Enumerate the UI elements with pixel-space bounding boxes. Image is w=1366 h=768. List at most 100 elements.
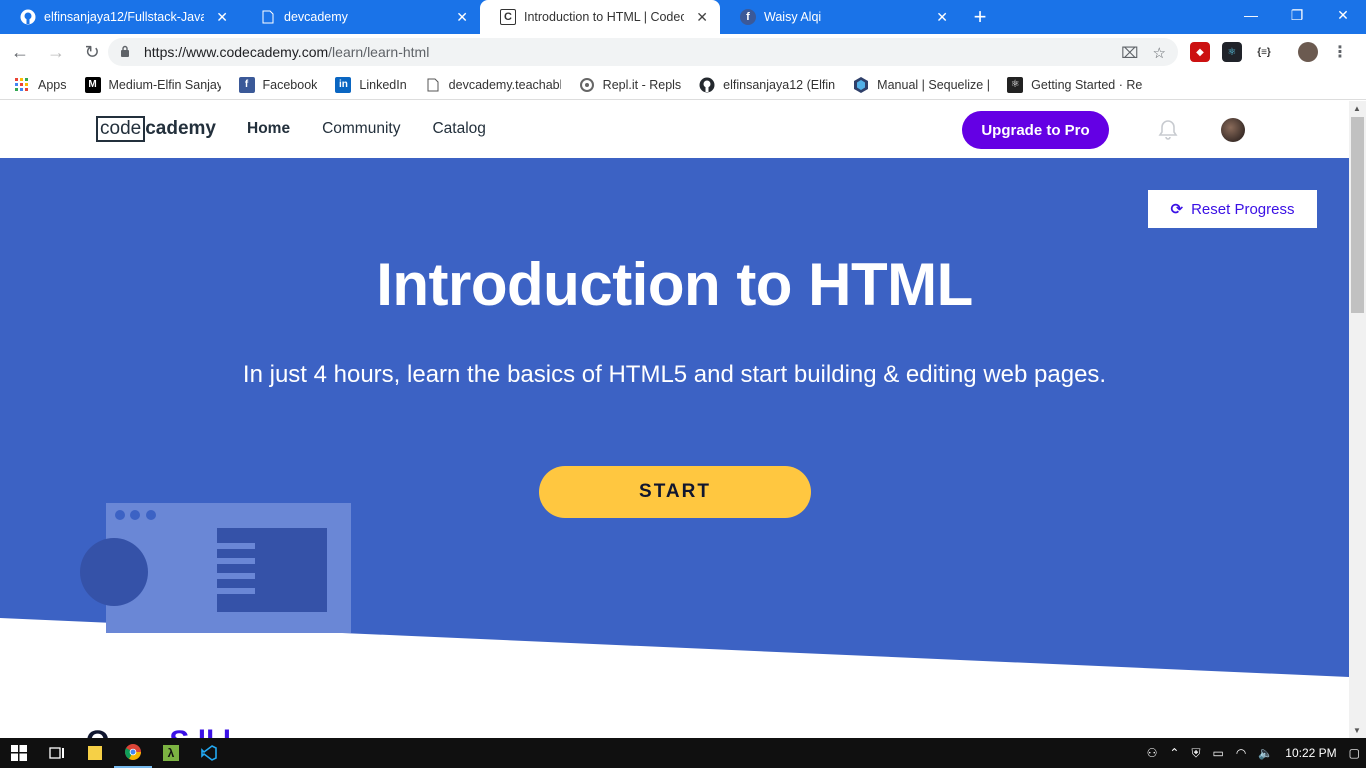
bookmarks-bar: Apps M Medium-Elfin Sanjaya f Facebook i… <box>0 70 1366 100</box>
wifi-icon[interactable]: ◠ <box>1236 746 1246 760</box>
tab-title: Introduction to HTML | Codecademy <box>524 10 684 24</box>
react-icon: ⚛ <box>1007 76 1024 93</box>
translate-icon[interactable]: ⌧ <box>1121 44 1138 62</box>
linkedin-icon: in <box>335 76 352 93</box>
browser-illustration <box>80 503 351 633</box>
restore-icon[interactable]: ❐ <box>1274 0 1320 30</box>
nav-home[interactable]: Home <box>247 120 290 138</box>
people-icon[interactable]: ⚇ <box>1147 746 1158 760</box>
back-icon[interactable]: ← <box>4 36 36 68</box>
bookmark-react[interactable]: ⚛ Getting Started · React <box>1007 76 1143 93</box>
chrome-taskbar-icon[interactable] <box>114 738 152 768</box>
bookmark-facebook[interactable]: f Facebook <box>238 76 318 93</box>
upgrade-to-pro-button[interactable]: Upgrade to Pro <box>962 111 1109 149</box>
bookmark-medium[interactable]: M Medium-Elfin Sanjaya <box>84 76 221 93</box>
bookmark-devcademy[interactable]: devcademy.teachable.com <box>425 77 561 93</box>
bookmark-label: devcademy.teachable.com <box>448 77 561 92</box>
notification-center-icon[interactable]: ▢ <box>1349 746 1360 760</box>
forward-icon[interactable]: → <box>40 36 72 68</box>
tab-facebook[interactable]: f Waisy Alqi ✕ <box>720 0 960 34</box>
close-icon[interactable]: ✕ <box>696 9 708 25</box>
browser-tab-strip: elfinsanjaya12/Fullstack-Javascript ✕ de… <box>0 0 1366 34</box>
bookmark-label: Getting Started · React <box>1031 77 1143 92</box>
avatar[interactable] <box>1221 118 1245 142</box>
bookmark-replit[interactable]: Repl.it - Repls <box>579 77 682 93</box>
close-icon[interactable]: ✕ <box>456 9 468 25</box>
bookmark-github[interactable]: elfinsanjaya12 (Elfin Sanjaya) <box>699 77 835 93</box>
volume-icon[interactable]: 🔈 <box>1258 746 1273 760</box>
github-icon <box>20 9 36 25</box>
facebook-icon: f <box>238 76 255 93</box>
close-icon[interactable]: ✕ <box>216 9 228 25</box>
scroll-up-icon[interactable]: ▲ <box>1353 104 1361 113</box>
page-scrollbar[interactable]: ▲ ▼ <box>1349 101 1366 738</box>
replit-icon <box>579 77 595 93</box>
json-viewer-icon[interactable]: {≡} <box>1254 42 1274 62</box>
menu-kebab-icon[interactable]: ⋮ <box>1330 42 1350 62</box>
reset-progress-button[interactable]: ⟳ Reset Progress <box>1148 190 1317 228</box>
peek-right-text: S ll l <box>169 725 231 738</box>
extensions-area: ◆ ⚛ {≡} ⋮ <box>1190 42 1350 62</box>
page-icon <box>260 9 276 25</box>
react-devtools-icon[interactable]: ⚛ <box>1222 42 1242 62</box>
lock-icon <box>120 45 134 60</box>
close-window-icon[interactable]: ✕ <box>1320 0 1366 30</box>
next-section-heading-peek: O S ll l <box>86 725 231 738</box>
bookmark-label: Apps <box>38 77 67 92</box>
bookmark-star-icon[interactable]: ☆ <box>1153 44 1166 62</box>
new-tab-button[interactable]: + <box>960 0 1000 34</box>
battery-icon[interactable]: ▭ <box>1213 746 1224 760</box>
facebook-icon: f <box>740 9 756 25</box>
reset-progress-label: Reset Progress <box>1191 200 1295 218</box>
minimize-icon[interactable]: — <box>1228 0 1274 30</box>
window-controls: — ❐ ✕ <box>1228 0 1366 34</box>
tab-devcademy[interactable]: devcademy ✕ <box>240 0 480 34</box>
bookmark-label: Repl.it - Repls <box>602 77 682 92</box>
scroll-down-icon[interactable]: ▼ <box>1353 726 1361 735</box>
url-path: /learn/learn-html <box>328 44 430 60</box>
url-host: https://www.codecademy.com <box>144 44 329 60</box>
nav-catalog[interactable]: Catalog <box>432 120 485 138</box>
bookmark-sequelize[interactable]: Manual | Sequelize | The Node.js <box>853 76 989 93</box>
bell-icon[interactable] <box>1158 119 1180 141</box>
bookmark-label: Medium-Elfin Sanjaya <box>108 77 221 92</box>
close-icon[interactable]: ✕ <box>936 9 948 25</box>
ruby-extension-icon[interactable]: ◆ <box>1190 42 1210 62</box>
github-icon <box>699 77 715 93</box>
address-bar[interactable]: https://www.codecademy.com/learn/learn-h… <box>108 38 1178 66</box>
course-hero: ⟳ Reset Progress Introduction to HTML In… <box>0 158 1349 678</box>
refresh-icon: ⟳ <box>1170 201 1184 218</box>
bookmark-label: Facebook <box>262 77 318 92</box>
task-view-icon[interactable] <box>38 738 76 768</box>
peek-left-text: O <box>86 725 109 738</box>
site-nav: Home Community Catalog <box>247 120 486 138</box>
codecademy-logo[interactable]: code cademy <box>96 116 216 142</box>
sticky-notes-icon[interactable] <box>76 738 114 768</box>
tab-title: Waisy Alqi <box>764 10 822 24</box>
profile-avatar-icon[interactable] <box>1298 42 1318 62</box>
bookmark-apps[interactable]: Apps <box>14 77 67 93</box>
tray-chevron-up-icon[interactable]: ⌃ <box>1169 746 1179 760</box>
bookmark-linkedin[interactable]: in LinkedIn <box>335 76 407 93</box>
logo-rest-text: cademy <box>145 118 216 139</box>
medium-icon: M <box>84 76 101 93</box>
logo-box-text: code <box>96 116 146 142</box>
nav-community[interactable]: Community <box>322 120 400 138</box>
lambda-app-icon[interactable]: λ <box>152 738 190 768</box>
tab-github[interactable]: elfinsanjaya12/Fullstack-Javascript ✕ <box>0 0 240 34</box>
taskbar-clock[interactable]: 10:22 PM <box>1285 746 1336 760</box>
browser-toolbar: ← → ↻ https://www.codecademy.com/learn/l… <box>0 34 1366 70</box>
tab-codecademy[interactable]: C Introduction to HTML | Codecademy ✕ <box>480 0 720 34</box>
site-header: code cademy Home Community Catalog Upgrad… <box>0 101 1349 158</box>
vscode-icon[interactable] <box>190 738 228 768</box>
start-button[interactable]: START <box>539 466 811 518</box>
security-alert-icon[interactable]: ⛨ <box>1191 746 1200 761</box>
reload-icon[interactable]: ↻ <box>76 36 108 68</box>
windows-start-icon[interactable] <box>0 738 38 768</box>
apps-grid-icon <box>14 77 30 93</box>
sequelize-icon <box>853 76 869 93</box>
tab-title: elfinsanjaya12/Fullstack-Javascript <box>44 10 204 24</box>
bookmark-label: elfinsanjaya12 (Elfin Sanjaya) <box>723 77 836 92</box>
page-icon <box>425 77 441 93</box>
scrollbar-thumb[interactable] <box>1351 117 1364 313</box>
